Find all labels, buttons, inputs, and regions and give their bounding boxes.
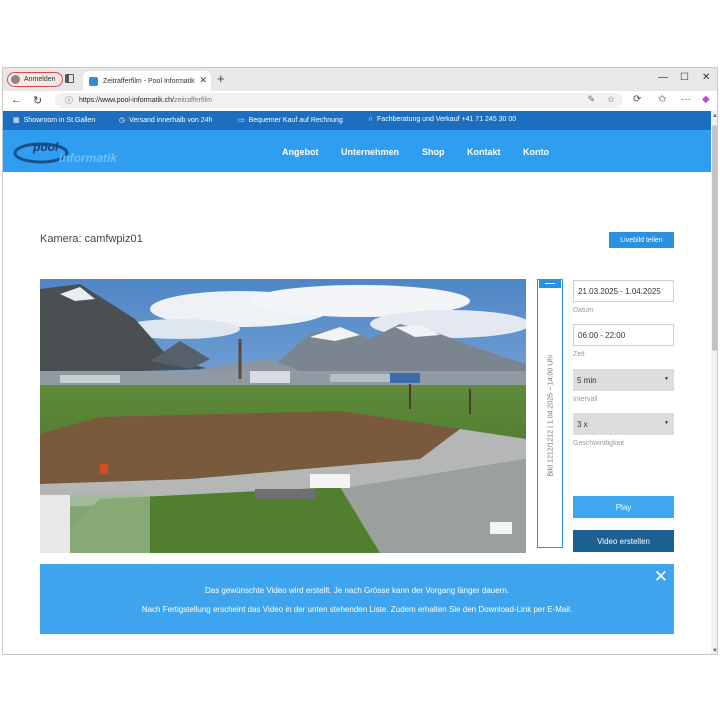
copilot-icon[interactable]: ◆ — [702, 94, 710, 105]
store-icon: ▦ — [13, 117, 20, 124]
interval-label: Intervall — [573, 396, 598, 403]
more-icon[interactable]: ··· — [681, 94, 691, 105]
slider-frame-label: Bild 1212/1212 | 1.04.2025 – 14:00 Uhr — [547, 354, 555, 477]
info-item-invoice[interactable]: ▭ Bequemer Kauf auf Rechnung — [238, 116, 343, 125]
notice-line-2: Nach Fertigstellung erscheint das Video … — [141, 605, 573, 614]
info-bar: ▦ Showroom in St.Gallen ◷ Versand innerhal… — [3, 111, 711, 130]
tab-title: Zeitrafferfilm - Pool Informatik — [103, 77, 195, 85]
info-label: Versand innerhalb von 24h — [129, 116, 213, 124]
info-item-showroom[interactable]: ▦ Showroom in St.Gallen — [13, 116, 96, 125]
time-label: Zeit — [573, 351, 585, 358]
webcam-landscape-image — [40, 279, 526, 553]
interval-value: 5 min — [577, 375, 597, 385]
speed-select[interactable]: 3 x ▼ — [573, 413, 674, 435]
browser-tab[interactable]: Zeitrafferfilm - Pool Informatik ✕ — [83, 71, 211, 91]
extensions-icon[interactable]: ⟳ — [633, 94, 641, 105]
chevron-down-icon: ▼ — [664, 376, 669, 382]
menu-angebot[interactable]: Angebot — [282, 147, 319, 157]
play-button[interactable]: Play — [573, 496, 674, 518]
tab-bar: Anmelden Zeitrafferfilm - Pool Informati… — [3, 68, 717, 91]
create-video-button[interactable]: Video erstellen — [573, 530, 674, 552]
scrollbar-thumb[interactable] — [712, 125, 717, 351]
new-tab-icon[interactable]: + — [217, 71, 225, 86]
svg-text:pool: pool — [32, 140, 59, 154]
browser-window: Anmelden Zeitrafferfilm - Pool Informati… — [2, 67, 718, 655]
date-label: Datum — [573, 307, 594, 314]
info-item-shipping[interactable]: ◷ Versand innerhalb von 24h — [119, 116, 213, 125]
web-page: ▦ Showroom in St.Gallen ◷ Versand innerhal… — [3, 111, 711, 654]
address-bar-row: ← ↻ ⓘ https://www.pool-informatik.ch/zei… — [3, 91, 717, 112]
page-scrollbar[interactable]: ▲ ▼ — [711, 111, 717, 654]
site-header: pool informatik Angebot Unternehmen Shop… — [3, 130, 711, 172]
speed-label: Geschwindigkeit — [573, 440, 624, 447]
camera-image — [40, 279, 526, 553]
notice-line-1: Das gewünschte Video wird erstellt. Je n… — [204, 586, 510, 595]
info-label: Bequemer Kauf auf Rechnung — [248, 116, 343, 124]
status-notice: Das gewünschte Video wird erstellt. Je n… — [40, 564, 674, 634]
camera-title: Kamera: camfwpiz01 — [40, 233, 143, 245]
avatar-icon — [11, 75, 20, 84]
profile-button[interactable]: Anmelden — [7, 72, 63, 87]
time-range-input[interactable]: 06:00 - 22:00 — [573, 324, 674, 346]
slider-handle[interactable] — [539, 280, 561, 288]
reload-icon[interactable]: ↻ — [33, 94, 42, 107]
menu-shop[interactable]: Shop — [422, 147, 445, 157]
favicon-icon — [89, 76, 98, 86]
info-label: Showroom in St.Gallen — [23, 116, 96, 124]
back-icon[interactable]: ← — [11, 94, 22, 106]
site-info-icon[interactable]: ⓘ — [65, 95, 73, 106]
menu-kontakt[interactable]: Kontakt — [467, 147, 501, 157]
scroll-down-icon[interactable]: ▼ — [712, 648, 717, 654]
info-label: Fachberatung und Verkauf +41 71 245 30 0… — [377, 116, 517, 123]
speed-value: 3 x — [577, 419, 588, 429]
close-tab-icon[interactable]: ✕ — [199, 75, 207, 86]
info-item-phone[interactable]: ∩ Fachberatung und Verkauf +41 71 245 30 … — [368, 116, 516, 123]
briefcase-icon: ▭ — [238, 117, 245, 124]
minimize-icon[interactable]: — — [658, 72, 668, 83]
url-path: zeitrafferfilm — [173, 97, 212, 104]
share-livebild-button[interactable]: Livebild teilen — [609, 232, 674, 248]
read-aloud-icon[interactable]: ✎ — [587, 94, 595, 105]
close-icon[interactable]: ✕ — [654, 568, 668, 585]
url-host: https://www.pool-informatik.ch/ — [79, 97, 174, 104]
favorites-icon[interactable]: ✩ — [658, 94, 666, 105]
close-window-icon[interactable]: ✕ — [702, 72, 710, 83]
url-field[interactable]: ⓘ https://www.pool-informatik.ch/zeitraf… — [55, 93, 623, 108]
timeline-slider[interactable]: Bild 1212/1212 | 1.04.2025 – 14:00 Uhr — [537, 279, 563, 548]
menu-unternehmen[interactable]: Unternehmen — [341, 147, 399, 157]
favorite-star-icon[interactable]: ☆ — [607, 94, 615, 105]
tab-actions-icon[interactable] — [65, 74, 74, 83]
profile-label: Anmelden — [24, 76, 56, 83]
maximize-icon[interactable]: ☐ — [680, 72, 689, 83]
clock-icon: ◷ — [119, 117, 126, 124]
chevron-down-icon: ▼ — [664, 420, 669, 426]
scroll-up-icon[interactable]: ▲ — [712, 113, 717, 119]
pool-informatik-logo[interactable]: pool informatik — [13, 138, 133, 166]
menu-konto[interactable]: Konto — [523, 147, 549, 157]
interval-select[interactable]: 5 min ▼ — [573, 369, 674, 391]
svg-text:informatik: informatik — [59, 151, 118, 165]
date-range-input[interactable]: 21.03.2025 - 1.04.2025 — [573, 280, 674, 302]
headset-icon: ∩ — [368, 116, 374, 123]
